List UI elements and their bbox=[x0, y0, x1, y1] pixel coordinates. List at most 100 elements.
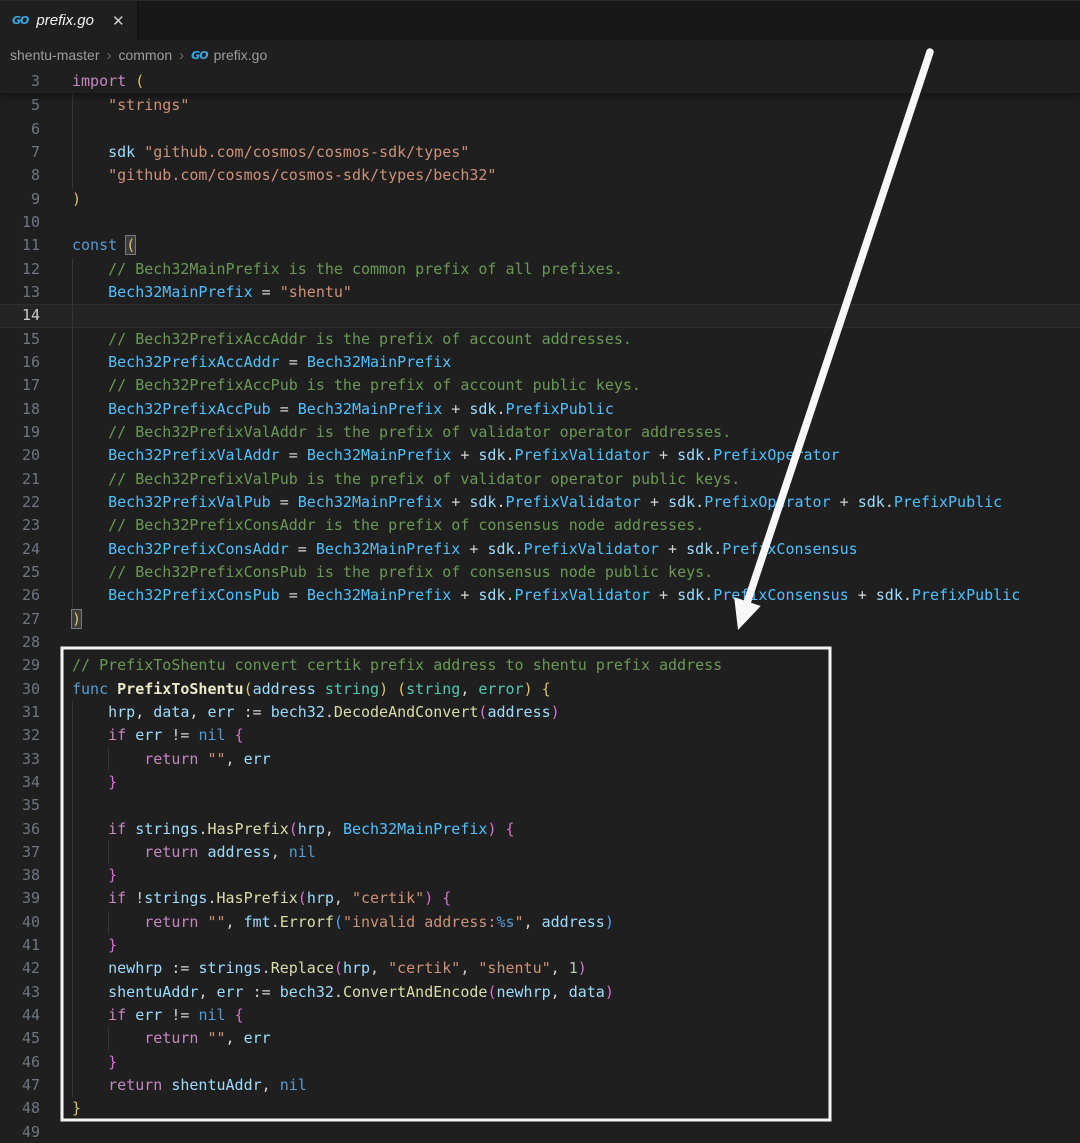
code-token: ( bbox=[135, 72, 144, 90]
code-line[interactable]: 11const ( bbox=[0, 234, 1080, 257]
code-line[interactable]: 9) bbox=[0, 188, 1080, 211]
tab-prefix-go[interactable]: GO prefix.go ✕ bbox=[0, 1, 138, 40]
code-line[interactable]: 35 bbox=[0, 794, 1080, 817]
code-line[interactable]: 43 shentuAddr, err := bech32.ConvertAndE… bbox=[0, 981, 1080, 1004]
code-line[interactable]: 10 bbox=[0, 211, 1080, 234]
code-token: Bech32PrefixValAddr bbox=[108, 446, 280, 464]
code-token: PrefixOperator bbox=[704, 493, 830, 511]
code-line[interactable]: 33 return "", err bbox=[0, 748, 1080, 771]
code-line[interactable]: 25 // Bech32PrefixConsPub is the prefix … bbox=[0, 561, 1080, 584]
breadcrumb-item-root[interactable]: shentu-master bbox=[10, 47, 99, 63]
code-editor[interactable]: 3import ( 5 "strings"67 sdk "github.com/… bbox=[0, 70, 1080, 1143]
code-line[interactable]: 17 // Bech32PrefixAccPub is the prefix o… bbox=[0, 374, 1080, 397]
code-token: . bbox=[271, 913, 280, 931]
code-lines[interactable]: 5 "strings"67 sdk "github.com/cosmos/cos… bbox=[0, 94, 1080, 1143]
code-token bbox=[271, 983, 280, 1001]
code-line[interactable]: 44 if err != nil { bbox=[0, 1004, 1080, 1027]
code-line[interactable]: 20 Bech32PrefixValAddr = Bech32MainPrefi… bbox=[0, 444, 1080, 467]
code-text bbox=[72, 631, 1080, 654]
code-token: , bbox=[226, 1029, 235, 1047]
go-file-icon: GO bbox=[191, 49, 207, 62]
code-token: Errorf bbox=[280, 913, 334, 931]
breadcrumb-item-file[interactable]: GO prefix.go bbox=[191, 47, 267, 63]
code-token: ) bbox=[524, 680, 533, 698]
code-line[interactable]: 3import ( bbox=[0, 70, 1080, 94]
code-line[interactable]: 7 sdk "github.com/cosmos/cosmos-sdk/type… bbox=[0, 141, 1080, 164]
code-line[interactable]: 47 return shentuAddr, nil bbox=[0, 1074, 1080, 1097]
code-line[interactable]: 13 Bech32MainPrefix = "shentu" bbox=[0, 281, 1080, 304]
code-line[interactable]: 37 return address, nil bbox=[0, 841, 1080, 864]
code-line[interactable]: 21 // Bech32PrefixValPub is the prefix o… bbox=[0, 468, 1080, 491]
code-line[interactable]: 19 // Bech32PrefixValAddr is the prefix … bbox=[0, 421, 1080, 444]
code-line[interactable]: 40 return "", fmt.Errorf("invalid addres… bbox=[0, 911, 1080, 934]
code-token bbox=[235, 750, 244, 768]
code-line[interactable]: 23 // Bech32PrefixConsAddr is the prefix… bbox=[0, 514, 1080, 537]
code-token: // Bech32PrefixValAddr is the prefix of … bbox=[108, 423, 731, 441]
code-line[interactable]: 41 } bbox=[0, 934, 1080, 957]
code-token: ( bbox=[334, 913, 343, 931]
code-token: } bbox=[108, 936, 117, 954]
code-line[interactable]: 30func PrefixToShentu(address string) (s… bbox=[0, 678, 1080, 701]
code-line[interactable]: 42 newhrp := strings.Replace(hrp, "certi… bbox=[0, 957, 1080, 980]
code-token: if bbox=[108, 726, 126, 744]
code-line[interactable]: 36 if strings.HasPrefix(hrp, Bech32MainP… bbox=[0, 818, 1080, 841]
code-token bbox=[72, 773, 108, 791]
code-token: error bbox=[478, 680, 523, 698]
code-token bbox=[72, 983, 108, 1001]
code-line[interactable]: 6 bbox=[0, 118, 1080, 141]
code-line[interactable]: 48} bbox=[0, 1097, 1080, 1120]
code-line[interactable]: 12 // Bech32MainPrefix is the common pre… bbox=[0, 258, 1080, 281]
code-token: err bbox=[135, 726, 162, 744]
code-token: shentuAddr bbox=[108, 983, 198, 1001]
code-token: sdk bbox=[469, 400, 496, 418]
code-token: , bbox=[551, 959, 560, 977]
code-line[interactable]: 38 } bbox=[0, 864, 1080, 887]
close-icon[interactable]: ✕ bbox=[112, 12, 125, 30]
code-line[interactable]: 8 "github.com/cosmos/cosmos-sdk/types/be… bbox=[0, 164, 1080, 187]
code-token: // Bech32PrefixConsPub is the prefix of … bbox=[108, 563, 713, 581]
code-line[interactable]: 18 Bech32PrefixAccPub = Bech32MainPrefix… bbox=[0, 398, 1080, 421]
code-line[interactable]: 39 if !strings.HasPrefix(hrp, "certik") … bbox=[0, 887, 1080, 910]
code-token: "github.com/cosmos/cosmos-sdk/types/bech… bbox=[108, 166, 496, 184]
indent-guide bbox=[72, 328, 73, 351]
code-line[interactable]: 24 Bech32PrefixConsAddr = Bech32MainPref… bbox=[0, 538, 1080, 561]
indent-guide bbox=[72, 584, 73, 607]
code-line[interactable]: 49 bbox=[0, 1121, 1080, 1143]
code-line[interactable]: 31 hrp, data, err := bech32.DecodeAndCon… bbox=[0, 701, 1080, 724]
code-token: + bbox=[442, 493, 469, 511]
code-token: Replace bbox=[271, 959, 334, 977]
code-line[interactable]: 15 // Bech32PrefixAccAddr is the prefix … bbox=[0, 328, 1080, 351]
line-number: 33 bbox=[0, 748, 40, 771]
code-line[interactable]: 5 "strings" bbox=[0, 94, 1080, 117]
code-line[interactable]: 26 Bech32PrefixConsPub = Bech32MainPrefi… bbox=[0, 584, 1080, 607]
code-text bbox=[72, 118, 1080, 141]
indent-guide bbox=[72, 491, 73, 514]
code-token bbox=[226, 726, 235, 744]
code-line[interactable]: 46 } bbox=[0, 1051, 1080, 1074]
breadcrumb-file-label: prefix.go bbox=[214, 47, 268, 63]
code-line[interactable]: 34 } bbox=[0, 771, 1080, 794]
code-token bbox=[72, 1076, 108, 1094]
code-token: "github.com/cosmos/cosmos-sdk/types" bbox=[144, 143, 469, 161]
code-line[interactable]: 32 if err != nil { bbox=[0, 724, 1080, 747]
code-line[interactable]: 45 return "", err bbox=[0, 1027, 1080, 1050]
code-line[interactable]: 29// PrefixToShentu convert certik prefi… bbox=[0, 654, 1080, 677]
code-token: ( bbox=[397, 680, 406, 698]
indent-guide bbox=[72, 374, 73, 397]
code-line[interactable]: 22 Bech32PrefixValPub = Bech32MainPrefix… bbox=[0, 491, 1080, 514]
code-line[interactable]: 27) bbox=[0, 608, 1080, 631]
code-token: Bech32PrefixAccPub bbox=[108, 400, 271, 418]
code-token: newhrp bbox=[496, 983, 550, 1001]
sticky-scroll-line[interactable]: 3import ( bbox=[0, 70, 1080, 94]
tab-title: prefix.go bbox=[36, 12, 94, 29]
code-token: "shentu" bbox=[280, 283, 352, 301]
code-token bbox=[280, 843, 289, 861]
code-token: return bbox=[144, 750, 198, 768]
code-token: address bbox=[207, 843, 270, 861]
code-line[interactable]: 16 Bech32PrefixAccAddr = Bech32MainPrefi… bbox=[0, 351, 1080, 374]
code-line[interactable]: 14 bbox=[0, 304, 1080, 327]
code-line[interactable]: 28 bbox=[0, 631, 1080, 654]
breadcrumb-item-folder[interactable]: common bbox=[118, 47, 172, 63]
code-text: Bech32PrefixValAddr = Bech32MainPrefix +… bbox=[72, 444, 1080, 467]
code-text: sdk "github.com/cosmos/cosmos-sdk/types" bbox=[72, 141, 1080, 164]
